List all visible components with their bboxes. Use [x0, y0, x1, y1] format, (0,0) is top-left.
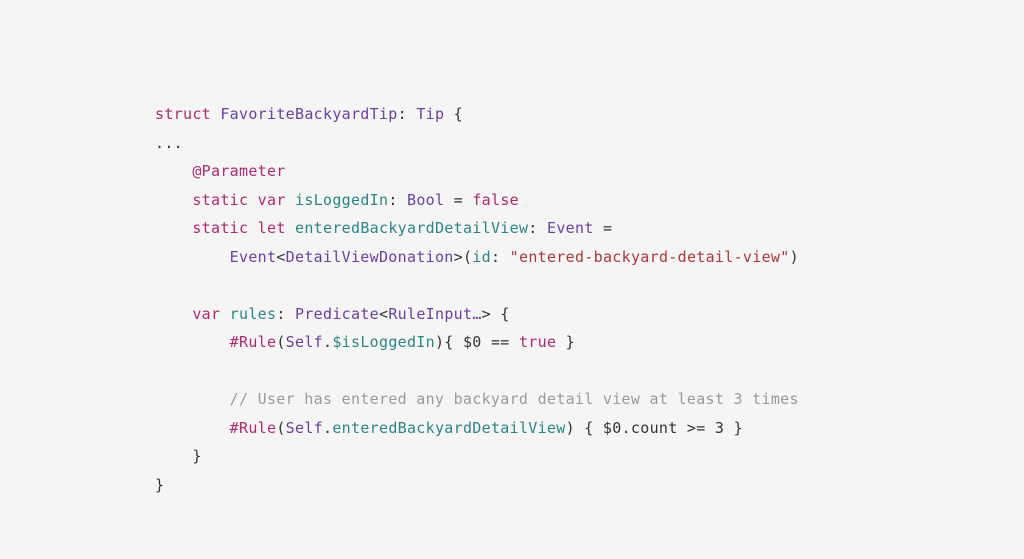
string-literal: "entered-backyard-detail-view"	[510, 248, 790, 266]
code-line: var rules: Predicate<RuleInput…> {	[155, 305, 510, 323]
rule-macro: #Rule	[230, 333, 277, 351]
code-line: Event<DetailViewDonation>(id: "entered-b…	[155, 248, 799, 266]
code-line: #Rule(Self.$isLoggedIn){ $0 == true }	[155, 333, 575, 351]
rule-macro: #Rule	[230, 419, 277, 437]
code-line: @Parameter	[155, 162, 286, 180]
parameter-label: id	[472, 248, 491, 266]
code-line: ...	[155, 134, 183, 152]
protocol-name: Tip	[416, 105, 444, 123]
code-line: // User has entered any backyard detail …	[155, 390, 799, 408]
code-line: }	[155, 476, 164, 494]
type-name: FavoriteBackyardTip	[220, 105, 397, 123]
comment: // User has entered any backyard detail …	[230, 390, 799, 408]
code-snippet: struct FavoriteBackyardTip: Tip { ... @P…	[155, 100, 974, 499]
attribute: @Parameter	[192, 162, 285, 180]
code-line: #Rule(Self.enteredBackyardDetailView) { …	[155, 419, 743, 437]
code-line: static var isLoggedIn: Bool = false	[155, 191, 519, 209]
code-line: struct FavoriteBackyardTip: Tip {	[155, 105, 463, 123]
code-line: }	[155, 447, 202, 465]
property-name: enteredBackyardDetailView	[295, 219, 528, 237]
code-line: static let enteredBackyardDetailView: Ev…	[155, 219, 612, 237]
keyword-struct: struct	[155, 105, 211, 123]
property-name: rules	[230, 305, 277, 323]
property-name: isLoggedIn	[295, 191, 388, 209]
